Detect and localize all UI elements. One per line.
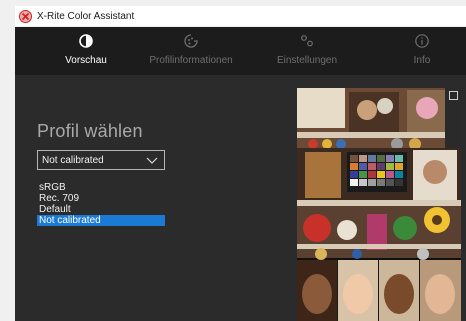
nav-tab-label: Einstellungen — [276, 55, 338, 66]
expand-icon[interactable] — [449, 91, 458, 100]
page-title: Profil wählen — [37, 121, 143, 141]
profile-info-icon — [183, 33, 199, 49]
app-content: Vorschau Profilinformationen Einstellung… — [15, 27, 466, 321]
window-title: X-Rite Color Assistant — [37, 10, 135, 22]
settings-icon — [299, 33, 315, 49]
profile-option-not-calibrated[interactable]: Not calibrated — [37, 215, 165, 226]
title-bar: X-Rite Color Assistant — [15, 6, 466, 26]
nav-tab-label: Vorschau — [65, 55, 107, 66]
profile-list: sRGB Rec. 709 Default Not calibrated — [37, 182, 165, 226]
profile-option-srgb[interactable]: sRGB — [37, 182, 165, 193]
preview-image — [297, 88, 461, 321]
preview-image-photo — [297, 88, 461, 321]
nav-tab-profilinformationen[interactable]: Profilinformationen — [141, 27, 241, 75]
profile-select[interactable]: Not calibrated — [37, 150, 165, 170]
profile-option-default[interactable]: Default — [37, 204, 165, 215]
nav-tab-label: Profilinformationen — [149, 55, 233, 66]
nav-tab-label: Info — [413, 55, 431, 66]
info-icon — [414, 33, 430, 49]
profile-option-rec709[interactable]: Rec. 709 — [37, 193, 165, 204]
top-navigation: Vorschau Profilinformationen Einstellung… — [15, 27, 466, 75]
nav-tab-einstellungen[interactable]: Einstellungen — [271, 27, 343, 75]
app-window: X-Rite Color Assistant Vorschau Profilin… — [0, 0, 466, 321]
preview-icon — [78, 33, 94, 49]
profile-select-value: Not calibrated — [42, 154, 104, 166]
chevron-down-icon — [145, 153, 159, 167]
preview-panel: Profil wählen Not calibrated sRGB Rec. 7… — [15, 75, 466, 321]
nav-tab-vorschau[interactable]: Vorschau — [57, 27, 115, 75]
xrite-logo-icon — [19, 9, 32, 23]
nav-tab-info[interactable]: Info — [405, 27, 439, 75]
